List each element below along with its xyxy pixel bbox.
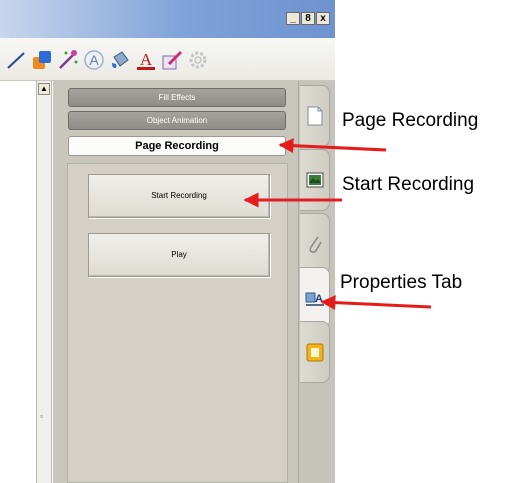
tab-page-recording[interactable]: Page Recording [68,136,286,156]
canvas-area[interactable] [0,81,36,483]
window-controls: _ 8 x [286,12,331,25]
tab-gallery[interactable] [300,149,330,211]
annotation-start-recording: Start Recording [342,174,475,195]
restore-button[interactable]: 8 [301,12,315,25]
annotation-properties-tab: Properties Tab [340,272,463,293]
minimize-button[interactable]: _ [286,12,300,25]
svg-text:A: A [140,50,153,69]
tab-object-animation[interactable]: Object Animation [68,111,286,130]
addons-icon [305,341,325,363]
gear-settings-icon[interactable] [186,48,210,72]
gallery-icon [305,169,325,191]
magic-wand-icon[interactable] [56,48,80,72]
toolbar: A A [0,38,335,81]
close-button[interactable]: x [316,12,330,25]
tab-properties[interactable]: A [300,267,330,329]
tab-attachments[interactable] [300,213,330,275]
vertical-scrollbar[interactable]: ▲ ▫ [36,81,52,483]
page-sorter-icon [305,105,325,127]
fill-bucket-icon[interactable] [108,48,132,72]
pen-edit-icon[interactable] [160,48,184,72]
shape-fill-icon[interactable] [30,48,54,72]
svg-text:A: A [89,52,99,68]
window-title-bar: _ 8 x [0,0,335,38]
attachments-icon [305,233,325,255]
scroll-marker: ▫ [40,411,44,421]
properties-panel: Fill Effects Object Animation Page Recor… [53,81,298,483]
recording-content-area: Start Recording Play [67,163,288,483]
side-tab-bar: A [298,81,335,483]
play-button[interactable]: Play [88,233,270,277]
start-recording-button[interactable]: Start Recording [88,174,270,218]
scroll-up-button[interactable]: ▲ [38,83,50,95]
arrow-properties-tab [320,295,432,311]
annotation-page-recording: Page Recording [342,110,479,131]
tab-fill-effects[interactable]: Fill Effects [68,88,286,107]
properties-icon: A [305,287,325,309]
tab-page-sorter[interactable] [300,85,330,147]
text-color-icon[interactable]: A [134,48,158,72]
svg-text:A: A [315,293,323,305]
text-effects-icon[interactable]: A [82,48,106,72]
tab-addons[interactable] [300,321,330,383]
line-tool-icon[interactable] [4,48,28,72]
